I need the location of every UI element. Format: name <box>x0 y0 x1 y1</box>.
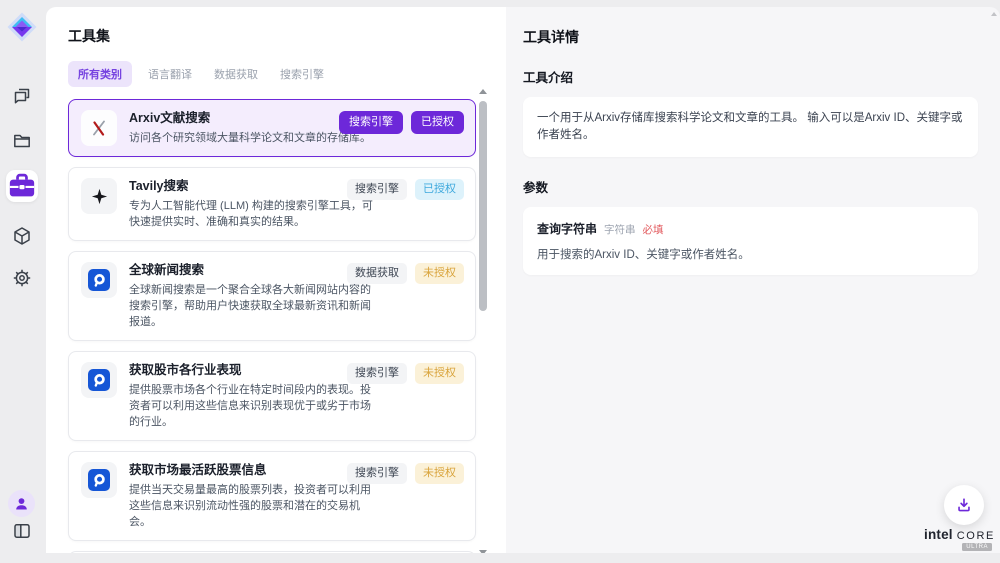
toolbox-icon[interactable] <box>6 170 38 202</box>
tool-name: 获取市场最活跃股票信息 <box>129 462 377 479</box>
intel-chip-text: CORE <box>957 530 995 542</box>
category-tabs: 所有类别 语言翻译 数据获取 搜索引擎 <box>68 61 506 87</box>
gear-icon[interactable] <box>12 268 32 288</box>
tab-search-engine[interactable]: 搜索引擎 <box>274 61 330 87</box>
scroll-down-arrow-icon[interactable] <box>479 550 487 553</box>
intro-heading: 工具介绍 <box>523 67 978 86</box>
app-gem-logo <box>7 12 37 42</box>
status-badge: 未授权 <box>415 263 464 284</box>
intro-card: 一个用于从Arxiv存储库搜索科学论文和文章的工具。 输入可以是Arxiv ID… <box>523 97 978 157</box>
params-heading: 参数 <box>523 177 978 196</box>
category-badge: 搜索引擎 <box>339 111 403 134</box>
active-stocks-logo-icon <box>81 462 117 498</box>
tab-language-translation[interactable]: 语言翻译 <box>142 61 198 87</box>
tool-description: 全球新闻搜索是一个聚合全球各大新闻网站内容的搜索引擎，帮助用户快速获取全球最新资… <box>129 282 377 330</box>
tool-detail-panel: 工具详情 工具介绍 一个用于从Arxiv存储库搜索科学论文和文章的工具。 输入可… <box>506 7 1000 553</box>
user-avatar-icon[interactable] <box>8 490 35 517</box>
tab-all-categories[interactable]: 所有类别 <box>68 61 132 87</box>
category-badge: 搜索引擎 <box>347 363 407 384</box>
tool-description: 提供当天交易量最高的股票列表，投资者可以利用这些信息来识别流动性强的股票和潜在的… <box>129 482 377 530</box>
detail-scroll-up-arrow-icon[interactable] <box>991 12 997 16</box>
page-title: 工具集 <box>68 26 506 46</box>
toolset-panel: 工具集 所有类别 语言翻译 数据获取 搜索引擎 Arxiv文献搜索 访问各个研究… <box>46 7 506 553</box>
tool-card-regional-news[interactable]: 万维地区新闻查询 查询具体行政区划内的新闻，快速了解各地新闻动 搜索引擎 未授权 <box>68 551 476 553</box>
category-badge: 数据获取 <box>347 263 407 284</box>
tool-name: Tavily搜索 <box>129 178 377 195</box>
tool-card-global-news[interactable]: 全球新闻搜索 全球新闻搜索是一个聚合全球各大新闻网站内容的搜索引擎，帮助用户快速… <box>68 251 476 341</box>
tool-name: 获取股市各行业表现 <box>129 362 377 379</box>
category-badge: 搜索引擎 <box>347 179 407 200</box>
tool-card-stock-sectors[interactable]: 获取股市各行业表现 提供股票市场各个行业在特定时间段内的表现。投资者可以利用这些… <box>68 351 476 441</box>
param-type: 字符串 <box>604 222 636 237</box>
folder-icon[interactable] <box>12 131 32 151</box>
tool-card-arxiv[interactable]: Arxiv文献搜索 访问各个研究领域大量科学论文和文章的存储库。 搜索引擎 已授… <box>68 99 476 157</box>
stock-sectors-logo-icon <box>81 362 117 398</box>
intel-tier-badge: Ultra <box>962 543 992 551</box>
tool-card-active-stocks[interactable]: 获取市场最活跃股票信息 提供当天交易量最高的股票列表，投资者可以利用这些信息来识… <box>68 451 476 541</box>
intel-brand-text: intel <box>924 527 953 542</box>
scrollbar-thumb[interactable] <box>479 101 487 311</box>
intel-core-logo: intel CORE Ultra <box>924 527 994 542</box>
panel-toggle-icon[interactable] <box>12 521 32 541</box>
tool-description: 专为人工智能代理 (LLM) 构建的搜索引擎工具，可快速提供实时、准确和真实的结… <box>129 198 377 230</box>
tool-description: 提供股票市场各个行业在特定时间段内的表现。投资者可以利用这些信息来识别表现优于或… <box>129 382 377 430</box>
download-icon <box>955 496 973 514</box>
param-required-label: 必填 <box>643 222 664 237</box>
chat-icon[interactable] <box>12 86 32 106</box>
tool-list-scrollbar[interactable] <box>477 85 489 545</box>
global-news-logo-icon <box>81 262 117 298</box>
param-description: 用于搜索的Arxiv ID、关键字或作者姓名。 <box>537 246 964 262</box>
category-badge: 搜索引擎 <box>347 463 407 484</box>
status-badge: 已授权 <box>415 179 464 200</box>
download-button[interactable] <box>944 485 984 525</box>
tab-data-fetch[interactable]: 数据获取 <box>208 61 264 87</box>
left-rail <box>0 0 44 563</box>
scroll-up-arrow-icon[interactable] <box>479 89 487 94</box>
param-card: 查询字符串 字符串 必填 用于搜索的Arxiv ID、关键字或作者姓名。 <box>523 207 978 275</box>
status-badge: 未授权 <box>415 363 464 384</box>
cube-icon[interactable] <box>12 226 32 246</box>
tool-name: 全球新闻搜索 <box>129 262 377 279</box>
arxiv-logo-icon <box>81 110 117 146</box>
tool-card-tavily[interactable]: Tavily搜索 专为人工智能代理 (LLM) 构建的搜索引擎工具，可快速提供实… <box>68 167 476 241</box>
tool-list: Arxiv文献搜索 访问各个研究领域大量科学论文和文章的存储库。 搜索引擎 已授… <box>68 99 476 553</box>
status-badge: 未授权 <box>415 463 464 484</box>
tavily-star-logo-icon <box>81 178 117 214</box>
detail-title: 工具详情 <box>523 27 978 47</box>
status-badge: 已授权 <box>411 111 464 134</box>
param-name: 查询字符串 <box>537 220 597 237</box>
